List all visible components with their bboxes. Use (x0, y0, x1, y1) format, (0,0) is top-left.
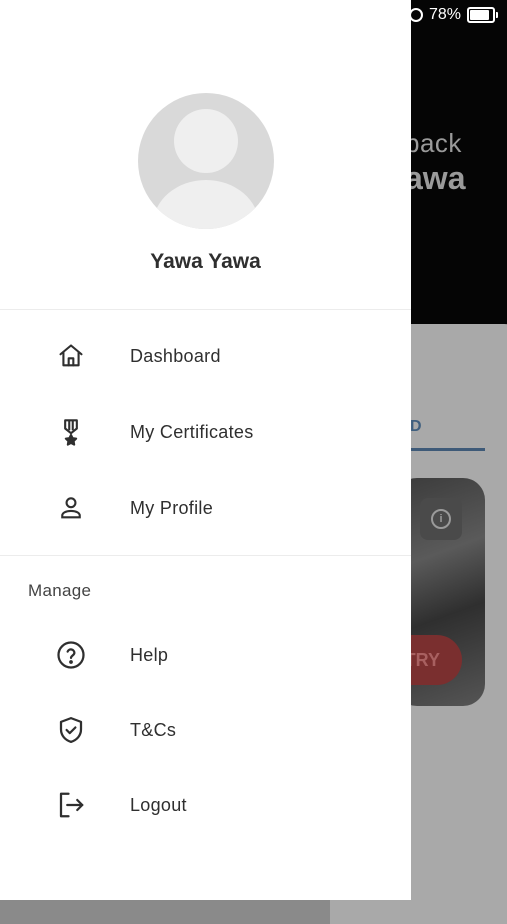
menu-item-terms[interactable]: T&Cs (0, 700, 411, 760)
menu-item-label: T&Cs (130, 719, 177, 740)
info-icon: i (420, 498, 462, 540)
logout-icon (56, 790, 86, 820)
divider (0, 555, 411, 556)
menu-item-label: Logout (130, 794, 187, 815)
menu-item-my-profile[interactable]: My Profile (0, 478, 411, 538)
certificate-icon (56, 417, 86, 447)
battery-percentage: 78% (428, 6, 461, 23)
background-name-text: awa (405, 160, 466, 196)
menu-item-label: My Certificates (130, 421, 254, 442)
menu-item-logout[interactable]: Logout (0, 775, 411, 835)
help-icon (56, 640, 86, 670)
menu-item-label: Dashboard (130, 345, 221, 366)
background-tab-underline (410, 448, 485, 451)
section-title-manage: Manage (28, 581, 92, 600)
navigation-drawer: Yawa Yawa Dashboard My Certificates My P… (0, 0, 411, 900)
divider (0, 309, 411, 310)
person-icon (56, 493, 86, 523)
menu-item-label: My Profile (130, 497, 214, 518)
shield-check-icon (56, 715, 86, 745)
user-name: Yawa Yawa (150, 250, 261, 273)
background-welcome-text: back (405, 128, 462, 158)
battery-icon (467, 7, 498, 23)
menu-item-my-certificates[interactable]: My Certificates (0, 402, 411, 462)
home-icon (56, 341, 86, 371)
menu-item-help[interactable]: Help (0, 625, 411, 685)
menu-item-label: Help (130, 644, 169, 665)
menu-item-dashboard[interactable]: Dashboard (0, 326, 411, 386)
background-tab-label: D (410, 418, 422, 435)
avatar[interactable] (138, 93, 274, 229)
alarm-icon (408, 8, 423, 22)
